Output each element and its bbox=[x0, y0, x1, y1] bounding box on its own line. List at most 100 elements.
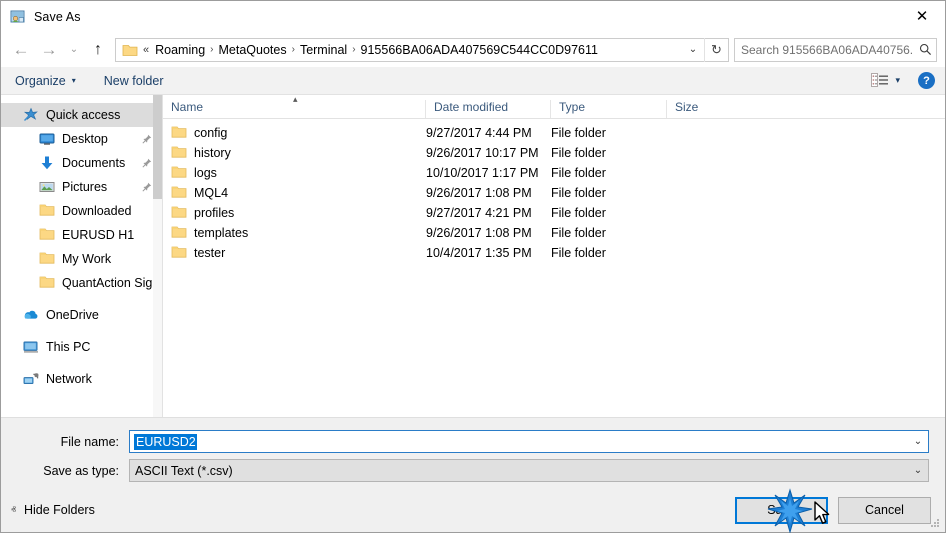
file-name-row: File name: EURUSD2 ⌄ bbox=[17, 430, 929, 453]
search-input[interactable]: Search 915566BA06ADA40756... bbox=[735, 43, 914, 57]
file-name-input[interactable]: EURUSD2 ⌄ bbox=[129, 430, 929, 453]
sidebar-item-my-work[interactable]: My Work bbox=[1, 247, 162, 271]
sidebar-item-network[interactable]: Network bbox=[1, 367, 162, 391]
column-header-name[interactable]: Name bbox=[163, 100, 425, 118]
file-row-type: File folder bbox=[551, 146, 606, 160]
file-row-date: 9/27/2017 4:44 PM bbox=[426, 126, 532, 140]
file-row-name-cell: profiles bbox=[163, 205, 425, 221]
sidebar-item-label: OneDrive bbox=[46, 308, 99, 322]
pin-icon[interactable] bbox=[142, 182, 152, 192]
pictures-icon bbox=[39, 179, 55, 195]
cancel-button[interactable]: Cancel bbox=[838, 496, 931, 524]
folder-icon bbox=[122, 43, 138, 57]
save-as-type-row: Save as type: ASCII Text (*.csv) ⌄ bbox=[17, 459, 929, 482]
help-button[interactable]: ? bbox=[918, 72, 935, 89]
recent-locations-button[interactable]: ⌄ bbox=[63, 36, 85, 64]
save-button[interactable]: Save bbox=[735, 496, 828, 524]
sidebar-item-label: This PC bbox=[46, 340, 91, 354]
sidebar-group-spacer bbox=[1, 359, 162, 367]
chevron-down-icon[interactable]: ▾ bbox=[895, 75, 900, 86]
sidebar-item-quantaction-signal[interactable]: QuantAction Signal bbox=[1, 271, 162, 295]
file-row-name: MQL4 bbox=[194, 186, 229, 200]
dialog-button-bar: ⱏ Hide Folders Save Cancel bbox=[1, 488, 945, 532]
sidebar-item-label: Pictures bbox=[62, 180, 108, 194]
sidebar-item-downloaded[interactable]: Downloaded bbox=[1, 199, 162, 223]
navigation-pane: Quick access Desktop Documents Pictures Down… bbox=[1, 95, 163, 417]
save-form: File name: EURUSD2 ⌄ Save as type: ASCII… bbox=[1, 417, 945, 488]
window-title: Save As bbox=[34, 9, 81, 24]
sidebar-item-this-pc[interactable]: This PC bbox=[1, 335, 162, 359]
sidebar-item-quick-access[interactable]: Quick access bbox=[1, 103, 162, 127]
column-header-type[interactable]: Type bbox=[550, 100, 666, 118]
file-row-name: config bbox=[194, 126, 228, 140]
breadcrumb-overflow[interactable]: « bbox=[142, 44, 151, 56]
sidebar-item-label: Downloaded bbox=[62, 204, 132, 218]
breadcrumb-item-roaming[interactable]: Roaming bbox=[151, 43, 209, 57]
chevron-down-icon[interactable]: ⌄ bbox=[682, 39, 704, 61]
close-button[interactable]: ✕ bbox=[899, 1, 945, 31]
file-row-name: templates bbox=[194, 226, 249, 240]
table-row[interactable]: MQL4 9/26/2017 1:08 PM File folder bbox=[163, 183, 945, 203]
this-pc-icon bbox=[23, 339, 39, 355]
sidebar-scrollbar-thumb[interactable] bbox=[153, 95, 162, 199]
folder-icon bbox=[39, 251, 55, 267]
hide-folders-label: Hide Folders bbox=[23, 503, 95, 517]
organize-label: Organize bbox=[15, 73, 66, 88]
sidebar-item-eurusd-h1[interactable]: EURUSD H1 bbox=[1, 223, 162, 247]
up-button[interactable]: ↑ bbox=[85, 36, 111, 64]
dialog-body: Quick access Desktop Documents Pictures Down… bbox=[1, 95, 945, 417]
sidebar-item-documents[interactable]: Documents bbox=[1, 151, 162, 175]
folder-icon bbox=[171, 245, 187, 261]
save-as-type-select[interactable]: ASCII Text (*.csv) ⌄ bbox=[129, 459, 929, 482]
sidebar-item-onedrive[interactable]: OneDrive bbox=[1, 303, 162, 327]
table-row[interactable]: tester 10/4/2017 1:35 PM File folder bbox=[163, 243, 945, 263]
file-row-date: 9/26/2017 1:08 PM bbox=[426, 226, 532, 240]
sidebar-item-label: Documents bbox=[62, 156, 126, 170]
pin-icon[interactable] bbox=[142, 134, 152, 144]
file-row-type: File folder bbox=[551, 226, 606, 240]
organize-button[interactable]: Organize ▾ bbox=[15, 74, 76, 88]
breadcrumb-item-terminal[interactable]: Terminal bbox=[296, 43, 351, 57]
folder-icon bbox=[171, 205, 187, 221]
save-as-dialog: Save As ✕ ← → ⌄ ↑ « Roaming › MetaQuotes… bbox=[0, 0, 946, 533]
file-row-date: 9/26/2017 10:17 PM bbox=[426, 146, 539, 160]
sidebar-item-label: EURUSD H1 bbox=[62, 228, 135, 242]
sidebar-item-label: QuantAction Signal bbox=[62, 276, 163, 290]
back-button[interactable]: ← bbox=[7, 36, 35, 64]
sidebar-item-desktop[interactable]: Desktop bbox=[1, 127, 162, 151]
forward-button[interactable]: → bbox=[35, 36, 63, 64]
table-row[interactable]: templates 9/26/2017 1:08 PM File folder bbox=[163, 223, 945, 243]
address-bar[interactable]: « Roaming › MetaQuotes › Terminal › 9155… bbox=[115, 37, 729, 62]
hide-folders-button[interactable]: ⱏ Hide Folders bbox=[11, 503, 95, 517]
save-as-type-value: ASCII Text (*.csv) bbox=[135, 463, 233, 478]
view-layout-icon[interactable] bbox=[871, 73, 889, 88]
column-header-row: Name Date modified Type Size bbox=[163, 95, 945, 119]
chevron-up-icon: ⱏ bbox=[11, 504, 16, 516]
folder-icon bbox=[39, 275, 55, 291]
search-box[interactable]: Search 915566BA06ADA40756... bbox=[734, 37, 937, 62]
file-row-type: File folder bbox=[551, 166, 606, 180]
new-folder-button[interactable]: New folder bbox=[104, 74, 164, 88]
chevron-down-icon[interactable]: ⌄ bbox=[908, 465, 928, 476]
file-row-name-cell: history bbox=[163, 145, 425, 161]
search-icon bbox=[914, 39, 936, 61]
file-row-name-cell: templates bbox=[163, 225, 425, 241]
table-row[interactable]: config 9/27/2017 4:44 PM File folder bbox=[163, 123, 945, 143]
column-header-date-modified[interactable]: Date modified bbox=[425, 100, 550, 118]
table-row[interactable]: logs 10/10/2017 1:17 PM File folder bbox=[163, 163, 945, 183]
breadcrumb-item-terminal-id[interactable]: 915566BA06ADA407569C544CC0D97611 bbox=[357, 43, 602, 57]
table-row[interactable]: profiles 9/27/2017 4:21 PM File folder bbox=[163, 203, 945, 223]
resize-grip[interactable] bbox=[930, 518, 940, 528]
table-row[interactable]: history 9/26/2017 10:17 PM File folder bbox=[163, 143, 945, 163]
sidebar-group-spacer bbox=[1, 327, 162, 335]
pin-icon[interactable] bbox=[142, 158, 152, 168]
folder-icon bbox=[39, 227, 55, 243]
breadcrumb-item-metaquotes[interactable]: MetaQuotes bbox=[215, 43, 291, 57]
breadcrumb: « Roaming › MetaQuotes › Terminal › 9155… bbox=[142, 43, 682, 57]
documents-download-icon bbox=[39, 155, 55, 171]
chevron-down-icon[interactable]: ⌄ bbox=[908, 436, 928, 447]
column-header-size[interactable]: Size bbox=[666, 100, 746, 118]
sidebar-item-pictures[interactable]: Pictures bbox=[1, 175, 162, 199]
network-icon bbox=[23, 371, 39, 387]
refresh-button[interactable]: ↻ bbox=[704, 37, 728, 62]
